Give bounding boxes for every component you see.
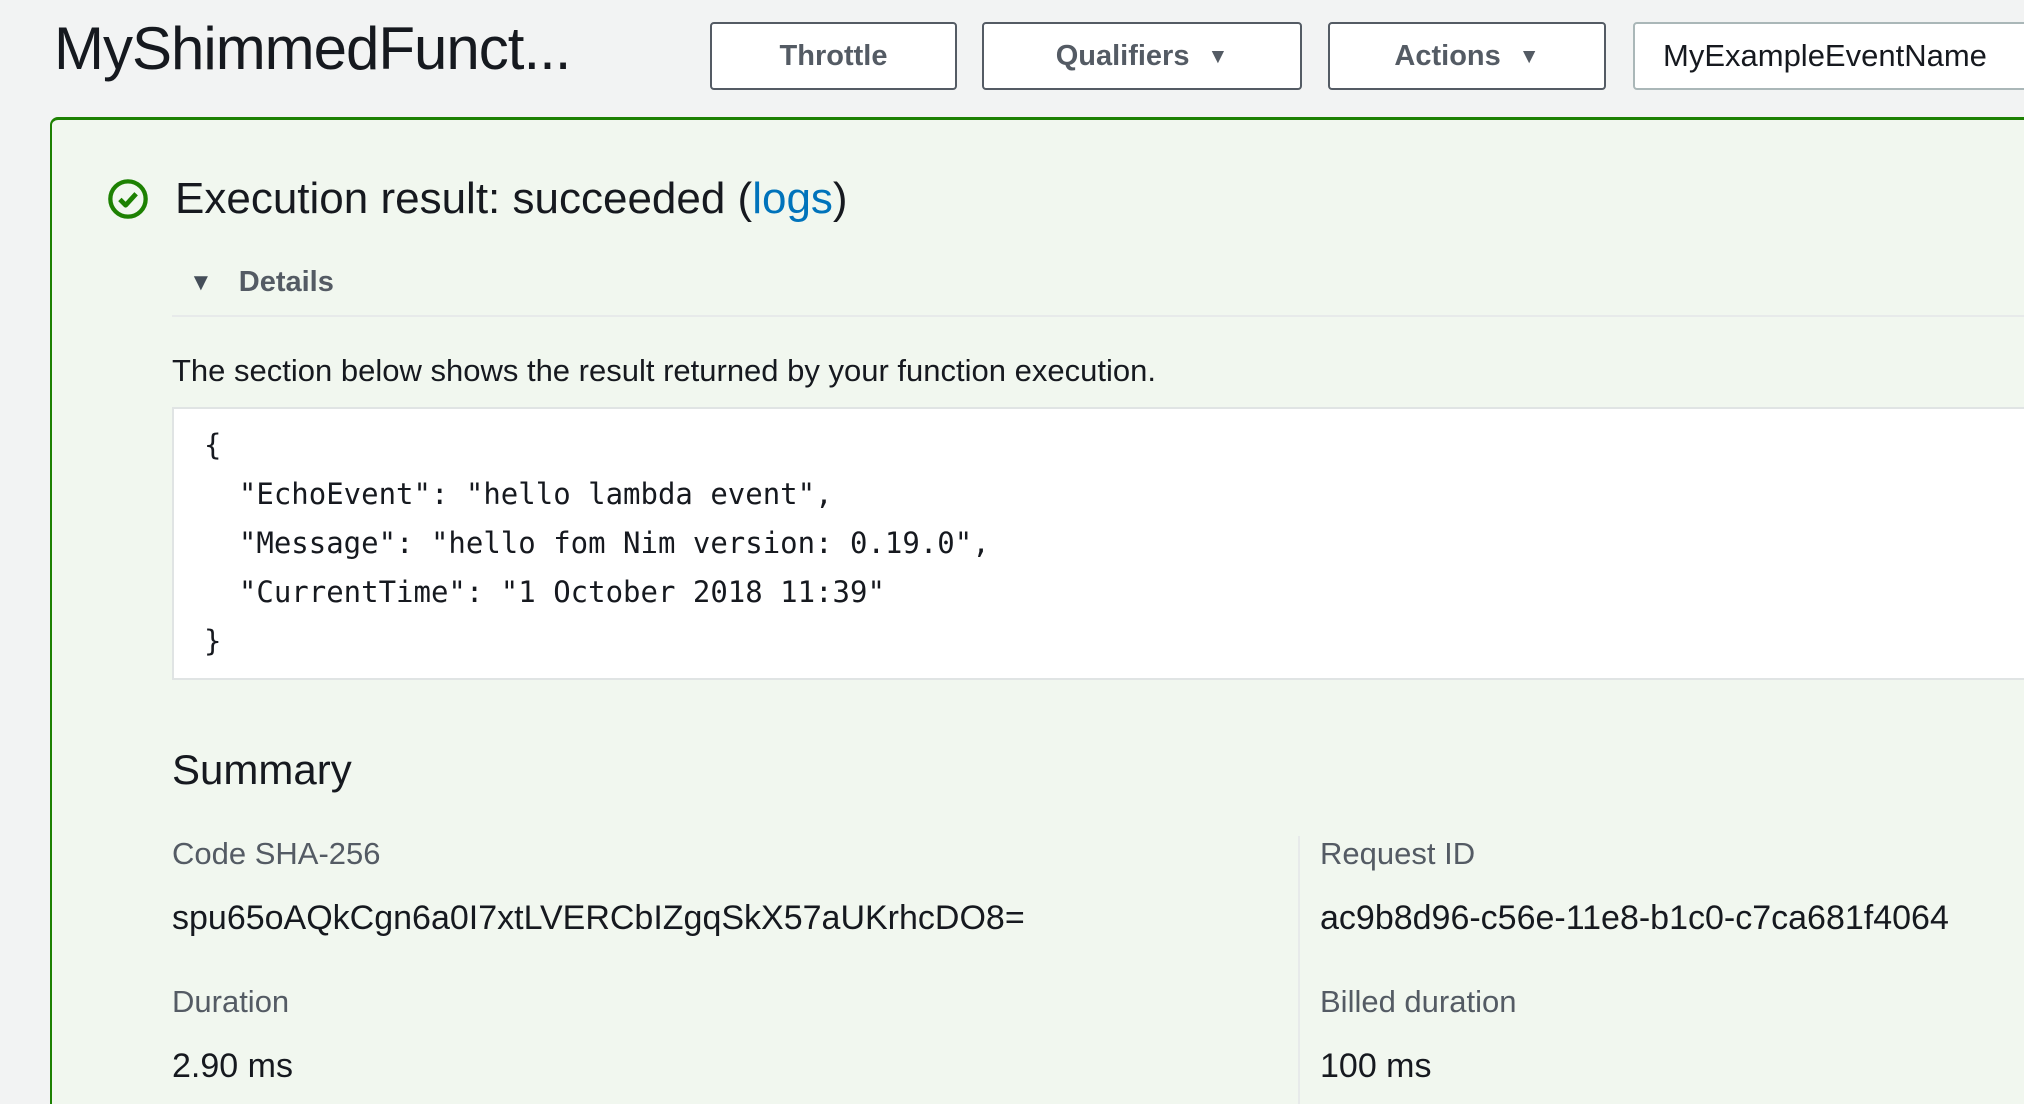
qualifiers-button[interactable]: Qualifiers ▼ (982, 22, 1302, 90)
field-label: Duration (172, 984, 1298, 1020)
logs-link[interactable]: logs (752, 174, 833, 223)
summary-column-right: Request ID ac9b8d96-c56e-11e8-b1c0-c7ca6… (1298, 836, 2024, 1104)
field-label: Code SHA-256 (172, 836, 1298, 872)
summary-field-duration: Duration 2.90 ms (172, 984, 1298, 1086)
execution-result-text-suffix: ) (833, 174, 848, 223)
triangle-down-icon: ▼ (189, 271, 213, 295)
execution-result-banner: Execution result: succeeded (logs) (52, 120, 2024, 224)
summary-grid: Code SHA-256 spu65oAQkCgn6a0I7xtLVERCbIZ… (172, 836, 2024, 1104)
execution-result-panel: Execution result: succeeded (logs) ▼ Det… (50, 117, 2024, 1104)
field-label: Request ID (1320, 836, 2024, 872)
field-value: ac9b8d96-c56e-11e8-b1c0-c7ca681f4064 (1320, 898, 2024, 938)
details-divider (172, 315, 2024, 317)
details-toggle[interactable]: ▼ Details (189, 266, 489, 299)
function-name-title: MyShimmedFunct... (54, 14, 570, 83)
success-check-icon (107, 178, 149, 220)
result-description: The section below shows the result retur… (172, 351, 2024, 391)
summary-column-left: Code SHA-256 spu65oAQkCgn6a0I7xtLVERCbIZ… (172, 836, 1298, 1104)
chevron-down-icon: ▼ (1519, 46, 1540, 67)
field-value: 2.90 ms (172, 1046, 1298, 1086)
throttle-button-label: Throttle (780, 40, 888, 73)
execution-result-heading: Execution result: succeeded (logs) (175, 174, 848, 224)
execution-result-text: Execution result: succeeded ( (175, 174, 752, 223)
field-value: spu65oAQkCgn6a0I7xtLVERCbIZgqSkX57aUKrhc… (172, 898, 1298, 938)
summary-field-request-id: Request ID ac9b8d96-c56e-11e8-b1c0-c7ca6… (1320, 836, 2024, 938)
actions-button[interactable]: Actions ▼ (1328, 22, 1606, 90)
qualifiers-button-label: Qualifiers (1056, 40, 1190, 73)
chevron-down-icon: ▼ (1207, 46, 1228, 67)
details-toggle-label: Details (239, 266, 334, 299)
test-event-select-value: MyExampleEventName (1663, 38, 1987, 74)
test-event-select[interactable]: MyExampleEventName (1633, 22, 2024, 90)
throttle-button[interactable]: Throttle (710, 22, 957, 90)
page-header: MyShimmedFunct... Throttle Qualifiers ▼ … (0, 0, 2024, 100)
field-value: 100 ms (1320, 1046, 2024, 1086)
summary-field-billed-duration: Billed duration 100 ms (1320, 984, 2024, 1086)
summary-field-code-sha: Code SHA-256 spu65oAQkCgn6a0I7xtLVERCbIZ… (172, 836, 1298, 938)
actions-button-label: Actions (1394, 40, 1500, 73)
result-json-output: { "EchoEvent": "hello lambda event", "Me… (172, 407, 2024, 680)
summary-heading: Summary (172, 746, 2024, 794)
field-label: Billed duration (1320, 984, 2024, 1020)
